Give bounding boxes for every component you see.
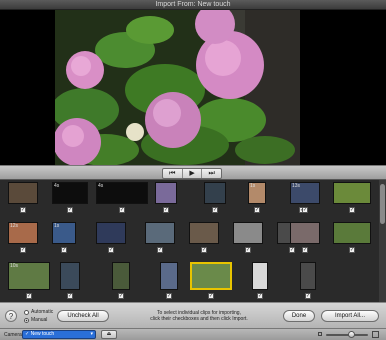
clip-thumbnail[interactable] xyxy=(155,182,177,204)
window-title: Import From: New touch xyxy=(155,1,231,8)
radio-dot[interactable] xyxy=(24,309,29,315)
clip-checkbox[interactable]: ✓ xyxy=(67,293,73,299)
clip-checkbox[interactable]: ✓ xyxy=(208,293,214,299)
camera-selected-value: ✓ New touch xyxy=(25,331,55,337)
clip-thumbnail[interactable] xyxy=(145,222,175,244)
small-thumbnail-icon xyxy=(318,332,322,336)
clip-thumbnail[interactable] xyxy=(204,182,226,204)
chevron-down-icon: ▾ xyxy=(90,331,93,337)
clip-thumbnail[interactable]: 13s xyxy=(290,182,320,204)
clip-checkbox[interactable]: ✓ xyxy=(302,247,308,253)
clip-checkbox[interactable]: ✓ xyxy=(108,247,114,253)
zoom-knob[interactable] xyxy=(348,331,355,338)
clip-checkbox[interactable]: ✓ xyxy=(163,207,169,213)
radio-manual[interactable]: Manual xyxy=(24,316,53,324)
preview-area xyxy=(0,10,386,165)
clip-thumbnail[interactable]: 12s xyxy=(8,222,38,244)
transport-buttons: ⏮ ▶ ⏭ xyxy=(162,168,222,179)
clip-browser: ✓4s✓4s✓✓✓1s✓17s✓13s✓✓12s✓1s✓✓✓✓✓✓✓✓10s✓✓… xyxy=(0,180,386,302)
clip-thumbnail[interactable] xyxy=(290,222,320,244)
clip-checkbox[interactable]: ✓ xyxy=(302,207,308,213)
clip-duration: 4s xyxy=(98,183,104,189)
clip-duration: 4s xyxy=(54,183,60,189)
done-button[interactable]: Done xyxy=(283,310,315,322)
clip-thumbnail[interactable] xyxy=(160,262,178,290)
radio-label: Manual xyxy=(31,317,48,323)
zoom-slider[interactable] xyxy=(318,331,380,339)
clip-thumbnail[interactable]: 1s xyxy=(248,182,266,204)
clip-checkbox[interactable]: ✓ xyxy=(289,247,295,253)
clip-thumbnail[interactable]: 1s xyxy=(52,222,76,244)
clip-checkbox[interactable]: ✓ xyxy=(349,207,355,213)
clip-checkbox[interactable]: ✓ xyxy=(245,247,251,253)
import-hint: To select individual clips for importing… xyxy=(118,310,280,322)
clip-thumbnail[interactable] xyxy=(233,222,263,244)
clip-thumbnail[interactable] xyxy=(189,222,219,244)
clip-checkbox[interactable]: ✓ xyxy=(20,247,26,253)
clip-thumbnail[interactable] xyxy=(190,262,232,290)
clip-duration: 1s xyxy=(250,183,256,189)
import-toolbar: ? Automatic Manual Uncheck All To select… xyxy=(0,302,386,328)
clip-duration: 13s xyxy=(292,183,301,189)
hint-line-2: click their checkboxes and then click Im… xyxy=(150,316,248,322)
clip-thumbnail[interactable] xyxy=(252,262,268,290)
clip-thumbnail[interactable] xyxy=(8,182,38,204)
clip-checkbox[interactable]: ✓ xyxy=(61,247,67,253)
clip-checkbox[interactable]: ✓ xyxy=(20,207,26,213)
clip-checkbox[interactable]: ✓ xyxy=(118,293,124,299)
clip-thumbnail[interactable] xyxy=(333,182,371,204)
zoom-track[interactable] xyxy=(326,334,368,336)
import-mode-switch: Automatic Manual xyxy=(24,308,53,324)
video-preview[interactable] xyxy=(55,10,300,165)
large-thumbnail-icon xyxy=(372,331,379,338)
clip-checkbox[interactable]: ✓ xyxy=(67,207,73,213)
clip-checkbox[interactable]: ✓ xyxy=(212,207,218,213)
clip-duration: 10s xyxy=(10,263,19,269)
clip-checkbox[interactable]: ✓ xyxy=(257,293,263,299)
clip-duration: 1s xyxy=(54,223,60,229)
radio-dot[interactable] xyxy=(24,317,29,323)
camera-bar: Camera: ✓ New touch ▾ ⏏ xyxy=(0,328,386,340)
eject-icon[interactable]: ⏏ xyxy=(101,330,117,339)
clip-duration: 12s xyxy=(10,223,19,229)
clip-checkbox[interactable]: ✓ xyxy=(254,207,260,213)
help-button[interactable]: ? xyxy=(5,310,17,322)
camera-label: Camera: xyxy=(4,332,24,338)
title-bar: Import From: New touch xyxy=(0,0,386,10)
clip-checkbox[interactable]: ✓ xyxy=(349,247,355,253)
clip-thumbnail[interactable]: 4s xyxy=(52,182,88,204)
clip-scrollbar[interactable] xyxy=(379,180,386,302)
clip-thumbnail[interactable] xyxy=(333,222,371,244)
clip-checkbox[interactable]: ✓ xyxy=(166,293,172,299)
import-window: Import From: New touch ⏮ ▶ ⏭ ✓ 4s ✓ 4s ✓… xyxy=(0,0,386,340)
uncheck-all-button[interactable]: Uncheck All xyxy=(57,310,109,322)
clip-checkbox[interactable]: ✓ xyxy=(201,247,207,253)
play-icon[interactable]: ▶ xyxy=(183,169,203,178)
skip-forward-icon[interactable]: ⏭ xyxy=(202,169,221,178)
clip-checkbox[interactable]: ✓ xyxy=(26,293,32,299)
clip-thumbnail[interactable] xyxy=(96,222,126,244)
radio-label: Automatic xyxy=(31,309,54,315)
camera-select[interactable]: ✓ New touch ▾ xyxy=(22,330,96,339)
skip-back-icon[interactable]: ⏮ xyxy=(163,169,183,178)
scrollbar-thumb[interactable] xyxy=(380,184,385,224)
hydrangea-image xyxy=(55,10,300,165)
radio-automatic[interactable]: Automatic xyxy=(24,308,53,316)
clip-thumbnail[interactable] xyxy=(112,262,130,290)
clip-thumbnail[interactable]: 4s xyxy=(96,182,148,204)
clip-thumbnail[interactable] xyxy=(60,262,80,290)
clip-thumbnail[interactable] xyxy=(300,262,316,290)
playback-controls: ⏮ ▶ ⏭ xyxy=(0,165,386,180)
clip-thumbnail[interactable]: 10s xyxy=(8,262,50,290)
clip-checkbox[interactable]: ✓ xyxy=(119,207,125,213)
clip-checkbox[interactable]: ✓ xyxy=(305,293,311,299)
clip-checkbox[interactable]: ✓ xyxy=(157,247,163,253)
import-all-button[interactable]: Import All... xyxy=(321,310,379,322)
